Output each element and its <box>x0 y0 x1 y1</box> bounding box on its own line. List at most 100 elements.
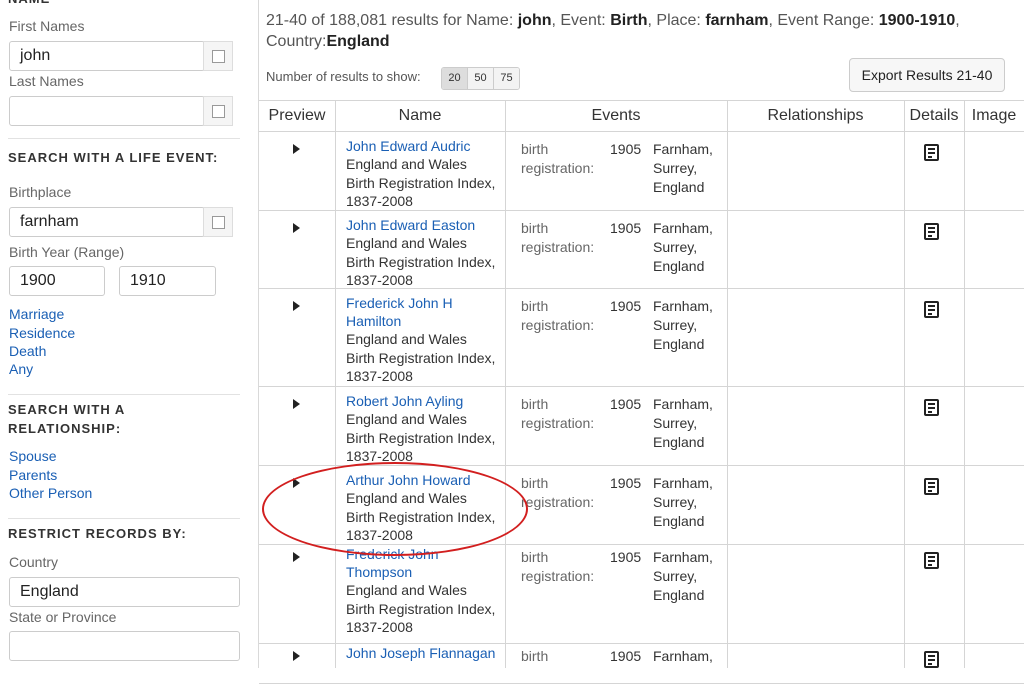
record-name-link[interactable]: Robert John Ayling <box>346 392 506 410</box>
details-icon[interactable] <box>924 301 939 318</box>
record-name-link[interactable]: Frederick John H <box>346 294 506 312</box>
event-place: Surrey, <box>653 494 698 510</box>
birthplace-exact-checkbox[interactable] <box>203 207 233 237</box>
first-names-exact-checkbox[interactable] <box>203 41 233 71</box>
relationship-heading: SEARCH WITH A RELATIONSHIP: <box>8 402 125 436</box>
col-preview: Preview <box>268 107 326 124</box>
event-type: birth <box>521 475 549 491</box>
preview-expand-icon[interactable] <box>293 223 300 233</box>
record-name-link[interactable]: Hamilton <box>346 312 506 330</box>
details-icon[interactable] <box>924 478 939 495</box>
record-name-link[interactable]: John Edward Easton <box>346 216 506 234</box>
event-type: birth <box>521 141 549 157</box>
last-names-label: Last Names <box>9 73 84 89</box>
add-marriage-link[interactable]: Marriage <box>9 306 64 322</box>
results-table-header: Preview Name Events Relationships Detail… <box>259 100 1024 132</box>
result-row: Frederick John Thompson England and Wales B… <box>259 544 1024 644</box>
record-name-link[interactable]: John Edward Audric <box>346 137 506 155</box>
add-other-person-link[interactable]: Other Person <box>9 485 92 501</box>
preview-expand-icon[interactable] <box>293 301 300 311</box>
event-type: birth <box>521 549 549 565</box>
event-type: registration: <box>521 317 595 333</box>
birth-year-from-input[interactable]: 1900 <box>9 266 105 296</box>
country-label: Country <box>9 554 59 570</box>
col-image: Image <box>971 107 1017 124</box>
add-any-event-link[interactable]: Any <box>9 361 33 377</box>
divider <box>8 518 240 519</box>
event-year: 1905 <box>610 549 642 565</box>
event-type: birth <box>521 648 549 664</box>
result-row: Robert John Ayling England and Wales Birth… <box>259 386 1024 466</box>
export-results-button[interactable]: Export Results 21-40 <box>849 58 1005 92</box>
event-type: birth <box>521 396 549 412</box>
summary-event-value: Birth <box>610 12 648 29</box>
event-type: birth <box>521 220 549 236</box>
collection-name: England and Wales <box>346 411 467 427</box>
details-icon[interactable] <box>924 223 939 240</box>
record-name-link[interactable]: John Joseph Flannagan <box>346 644 506 662</box>
results-count-20[interactable]: 20 <box>442 68 468 89</box>
last-names-input[interactable] <box>9 96 205 126</box>
collection-name: Birth Registration Index, <box>346 349 496 366</box>
birth-year-to-input[interactable]: 1910 <box>119 266 216 296</box>
add-death-link[interactable]: Death <box>9 343 46 359</box>
results-count-selector: 20 50 75 <box>441 67 520 90</box>
country-input[interactable]: England <box>9 577 240 607</box>
checkbox-icon <box>211 49 225 63</box>
collection-name: Birth Registration Index, <box>346 174 496 191</box>
results-range: 21-40 of 188,081 results for <box>266 12 462 29</box>
preview-expand-icon[interactable] <box>293 144 300 154</box>
event-place: Farnham, <box>653 396 713 412</box>
birthplace-label: Birthplace <box>9 184 72 200</box>
collection-name: 1837-2008 <box>346 619 413 635</box>
collection-name: Birth Registration Index, <box>346 429 496 446</box>
event-year: 1905 <box>610 648 642 664</box>
preview-expand-icon[interactable] <box>293 399 300 409</box>
event-year: 1905 <box>610 220 642 236</box>
summary-name-value: john <box>517 12 552 29</box>
event-place: Farnham, <box>653 141 713 157</box>
column-divider <box>727 100 728 668</box>
name-heading: NAME <box>8 0 50 8</box>
birth-year-label: Birth Year (Range) <box>9 244 125 260</box>
last-names-exact-checkbox[interactable] <box>203 96 233 126</box>
first-names-input[interactable]: john <box>9 41 205 71</box>
results-count-75[interactable]: 75 <box>494 68 519 89</box>
state-label: State or Province <box>9 609 117 625</box>
collection-name: 1837-2008 <box>346 193 413 209</box>
state-input[interactable] <box>9 631 240 661</box>
details-icon[interactable] <box>924 144 939 161</box>
event-place: Surrey, <box>653 239 698 255</box>
add-parents-link[interactable]: Parents <box>9 467 57 483</box>
record-name-link[interactable]: Thompson <box>346 563 506 581</box>
details-icon[interactable] <box>924 399 939 416</box>
collection-name: Birth Registration Index, <box>346 600 496 617</box>
event-year: 1905 <box>610 475 642 491</box>
event-place: Farnham, <box>653 648 713 664</box>
preview-expand-icon[interactable] <box>293 651 300 661</box>
event-type: registration: <box>521 160 595 176</box>
collection-name: England and Wales <box>346 235 467 251</box>
event-place: Surrey, <box>653 317 698 333</box>
details-icon[interactable] <box>924 552 939 569</box>
column-divider <box>904 100 905 668</box>
details-icon[interactable] <box>924 651 939 668</box>
checkbox-icon <box>211 104 225 118</box>
results-count-label: Number of results to show: <box>266 69 421 84</box>
birthplace-input[interactable]: farnham <box>9 207 205 237</box>
add-residence-link[interactable]: Residence <box>9 325 75 341</box>
restrict-heading: RESTRICT RECORDS BY: <box>8 526 187 541</box>
event-place: England <box>653 587 705 603</box>
results-count-50[interactable]: 50 <box>468 68 494 89</box>
summary-country-value: England <box>326 33 390 50</box>
preview-expand-icon[interactable] <box>293 552 300 562</box>
divider <box>8 138 240 139</box>
summary-place-value: farnham <box>705 12 769 29</box>
add-spouse-link[interactable]: Spouse <box>9 448 56 464</box>
result-row: John Joseph Flannagan birth 1905 Farnham, <box>259 643 1024 684</box>
col-events: Events <box>591 107 641 124</box>
col-relationships: Relationships <box>767 107 864 124</box>
event-place: Surrey, <box>653 415 698 431</box>
column-divider <box>964 100 965 668</box>
event-year: 1905 <box>610 396 642 412</box>
